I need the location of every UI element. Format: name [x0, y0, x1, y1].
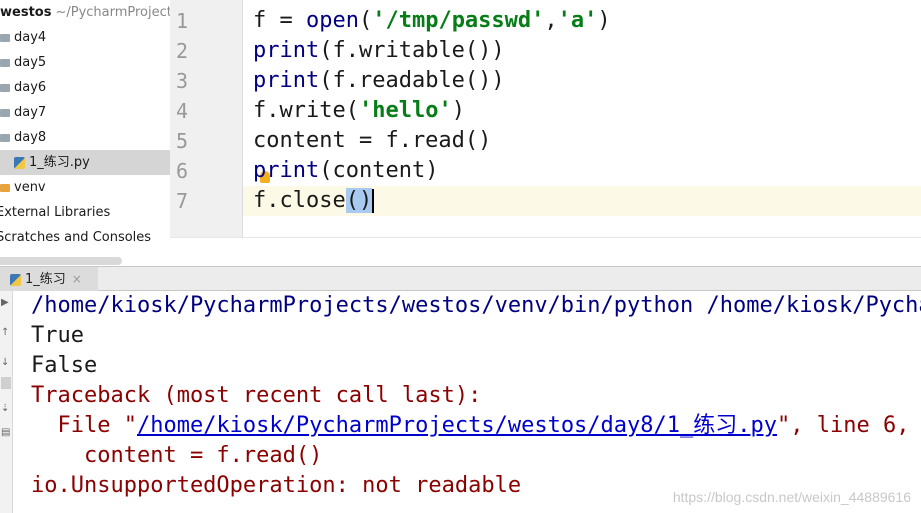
traceback-file-line: File "/home/kiosk/PycharmProjects/westos… — [31, 411, 921, 441]
run-tab[interactable]: 1_练习 × — [0, 267, 98, 291]
code-token: (content) — [319, 158, 439, 183]
code-line-6: print(content) — [253, 156, 438, 186]
run-tool-window-header: 1_练习 × — [0, 266, 921, 291]
traceback-code-line: content = f.read() — [31, 443, 323, 468]
code-token: '/tmp/passwd' — [372, 8, 545, 33]
folder-icon — [0, 108, 10, 117]
root-path: ~/PycharmProjects — [55, 5, 171, 20]
code-token: print — [253, 38, 320, 63]
code-token: f.write( — [253, 98, 359, 123]
horizontal-scrollbar[interactable] — [0, 257, 122, 265]
code-line-1: f = open('/tmp/passwd','a') — [253, 6, 611, 36]
line-number-gutter: 1 2 3 4 5 6 7 — [170, 0, 243, 237]
folder-icon — [0, 33, 10, 42]
folder-icon — [0, 133, 10, 142]
traceback-suffix: ", line 6, in <module> — [777, 413, 910, 438]
traceback-prefix: File " — [31, 413, 137, 438]
line-number: 1 — [176, 9, 189, 33]
line-number: 4 — [176, 99, 189, 123]
console-output-line: True — [31, 323, 84, 348]
code-token: open — [305, 8, 359, 33]
tree-item-label: External Libraries — [0, 205, 111, 220]
code-token: ) — [451, 98, 465, 123]
text-caret — [372, 189, 375, 213]
run-toolbar: ▶ ↑ ↓ ⇣ ▤ — [0, 291, 13, 513]
code-token: content = f.read() — [253, 128, 492, 153]
excluded-folder-icon — [0, 183, 10, 192]
up-icon[interactable]: ↑ — [1, 327, 11, 339]
console-command-line: /home/kiosk/PycharmProjects/westos/venv/… — [31, 293, 921, 318]
folder-icon — [0, 83, 10, 92]
root-label: westos — [0, 5, 52, 20]
play-icon[interactable]: ▶ — [1, 297, 11, 309]
project-tool-window: westos ~/PycharmProjects day4 day5 day6 d… — [0, 0, 171, 266]
tree-item-day6[interactable]: day6 — [0, 75, 170, 100]
tree-item-label: day6 — [14, 80, 47, 95]
code-line-5: content = f.read() — [253, 126, 491, 156]
tree-item-day4[interactable]: day4 — [0, 25, 170, 50]
code-line-3: print(f.readable()) — [253, 66, 505, 96]
code-token: print — [253, 68, 320, 93]
code-line-2: print(f.writable()) — [253, 36, 505, 66]
watermark: https://blog.csdn.net/weixin_44889616 — [672, 489, 911, 505]
traceback-header: Traceback (most recent call last): — [31, 383, 482, 408]
tree-item-1-lianxi-py[interactable]: 1_练习.py — [0, 150, 170, 175]
python-file-icon — [14, 156, 25, 169]
tree-item-label: day4 — [14, 30, 47, 45]
wrap-icon[interactable] — [1, 377, 11, 389]
code-token: f.close — [253, 188, 346, 213]
code-token: ) — [597, 8, 611, 33]
exception-message: io.UnsupportedOperation: not readable — [31, 473, 522, 498]
print-icon[interactable]: ▤ — [1, 427, 11, 439]
tree-root-westos[interactable]: westos ~/PycharmProjects — [0, 0, 170, 25]
tree-item-label: day5 — [14, 55, 47, 70]
tree-item-day5[interactable]: day5 — [0, 50, 170, 75]
code-token: print — [253, 158, 320, 183]
tree-item-external-libraries[interactable]: External Libraries — [0, 200, 166, 225]
close-icon[interactable]: × — [72, 272, 82, 286]
run-tab-label: 1_练习 — [25, 272, 66, 287]
console-output-line: False — [31, 353, 98, 378]
code-token: , — [544, 8, 558, 33]
tree-item-label: Scratches and Consoles — [0, 230, 152, 245]
tree-item-scratches[interactable]: Scratches and Consoles — [0, 225, 166, 250]
code-editor[interactable]: 1 2 3 4 5 6 7 f = open('/tmp/passwd','a'… — [170, 0, 921, 267]
code-line-4: f.write('hello') — [253, 96, 465, 126]
line-number: 6 — [176, 159, 189, 183]
console-output[interactable]: /home/kiosk/PycharmProjects/westos/venv/… — [13, 291, 921, 513]
code-token: 'a' — [557, 8, 598, 33]
tree-item-day7[interactable]: day7 — [0, 100, 170, 125]
line-number: 7 — [176, 189, 189, 213]
editor-empty-area — [170, 237, 921, 267]
scroll-icon[interactable]: ⇣ — [1, 403, 11, 415]
code-token: 'hello' — [358, 98, 452, 123]
line-number: 2 — [176, 39, 189, 63]
code-token: (f.readable()) — [319, 68, 505, 93]
tree-item-label: venv — [14, 180, 46, 195]
tree-item-venv[interactable]: venv — [0, 175, 170, 200]
tree-item-label: 1_练习.py — [29, 155, 90, 170]
line-number: 5 — [176, 129, 189, 153]
folder-icon — [0, 58, 10, 67]
down-icon[interactable]: ↓ — [1, 357, 11, 369]
tree-item-label: day8 — [14, 130, 47, 145]
tree-item-day8[interactable]: day8 — [0, 125, 170, 150]
tree-item-label: day7 — [14, 105, 47, 120]
python-file-icon — [10, 273, 21, 286]
traceback-file-link[interactable]: /home/kiosk/PycharmProjects/westos/day8/… — [137, 413, 777, 438]
line-number: 3 — [176, 69, 189, 93]
code-token: ( — [358, 8, 373, 33]
code-token: f = — [253, 8, 306, 33]
bracket-match-highlight: () — [345, 188, 373, 213]
code-token: (f.writable()) — [319, 38, 505, 63]
code-line-7: f.close() — [253, 186, 375, 216]
